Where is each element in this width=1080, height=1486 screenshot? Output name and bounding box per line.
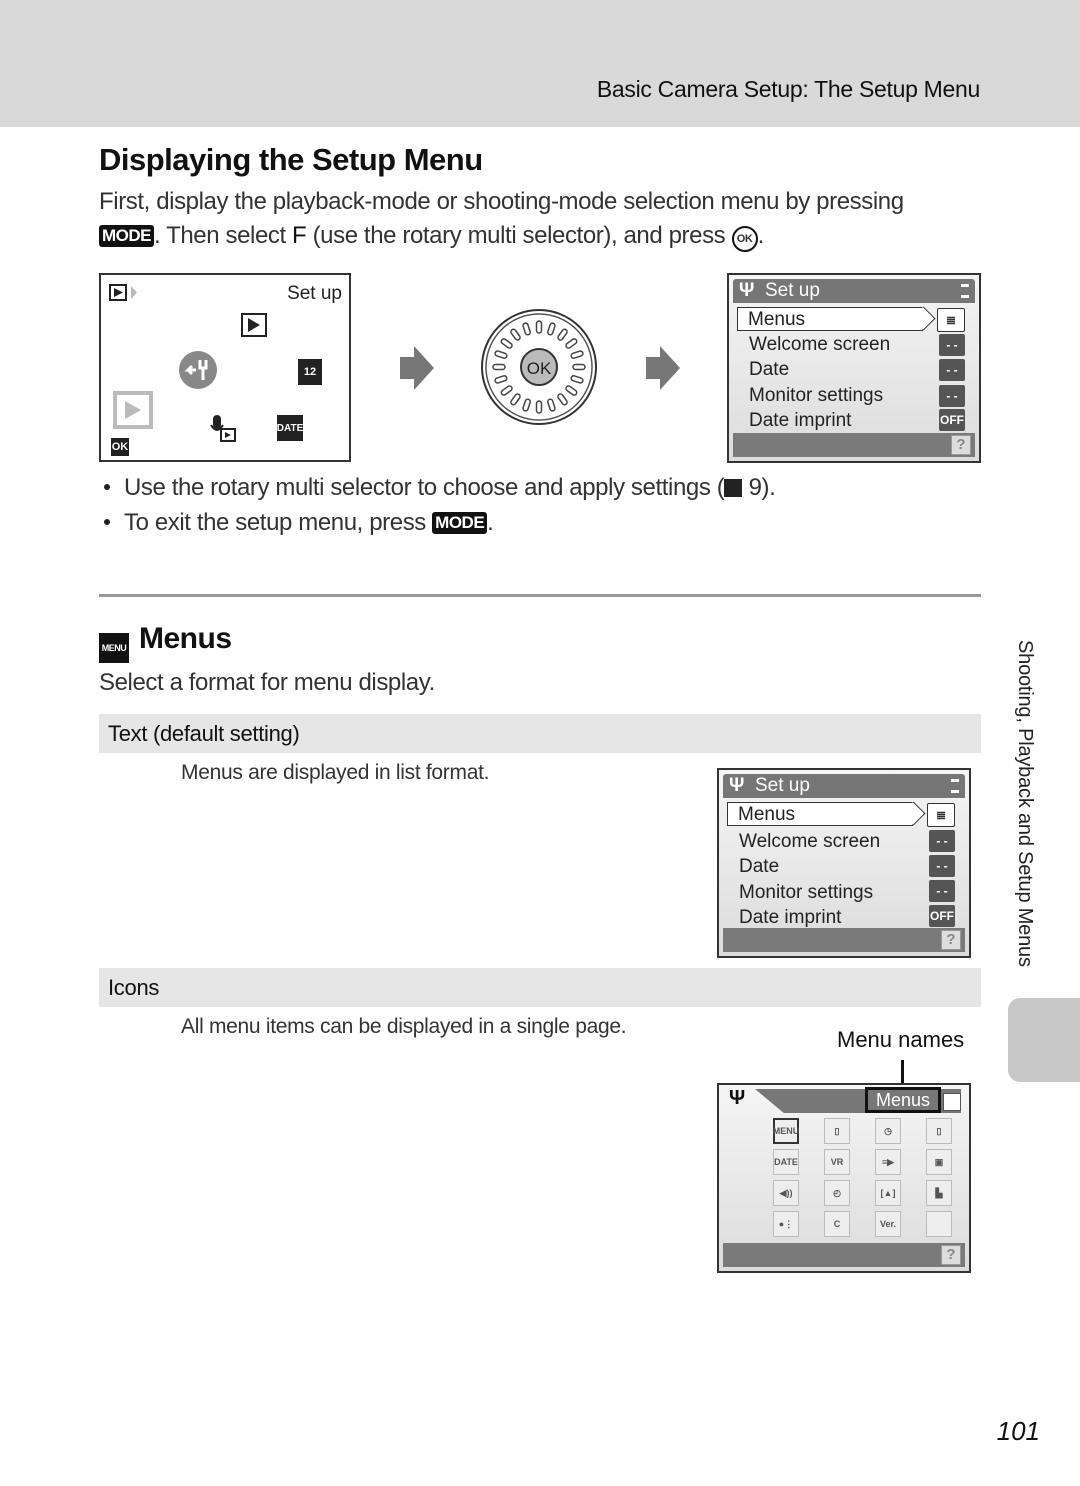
option-description-icons: All menu items can be displayed in a sin… [181,1015,627,1038]
list-format-icon: ≣ [937,308,965,332]
side-tab-label: Shooting, Playback and Setup Menus [1014,640,1036,967]
menu-icon-cell[interactable]: ◴ [824,1180,850,1206]
menu-item-monitor-settings[interactable]: Monitor settings [737,384,883,408]
menu-names-callout: Menu names [837,1027,965,1052]
setup-menu-header: Ψ Set up [723,774,965,798]
setup-glyph: F [292,222,307,249]
menu-item-date[interactable]: Date [737,358,789,382]
menus-subtitle: Select a format for menu display. [99,669,435,696]
menu-icon-cell[interactable]: MENU [773,1118,799,1144]
wrench-icon: Ψ [729,775,745,796]
off-badge: OFF [929,905,955,927]
reference-icon [724,479,743,497]
option-heading-text: Text (default setting) [99,714,981,753]
text-format-screen: Ψ Set up Menus ≣ Welcome screen - - Date… [717,768,971,958]
value-badge: - - [929,855,955,877]
value-badge: - - [929,830,955,852]
chapter-tab[interactable] [1008,998,1080,1082]
arrow-right-icon [400,346,434,390]
dial-tick [535,320,543,334]
menu-item-welcome-screen[interactable]: Welcome screen [727,830,880,854]
bullet-item: To exit the setup menu, press MODE. [104,509,494,537]
menu-name-label: Menus [865,1087,941,1113]
value-badge: - - [939,359,965,381]
setup-menu-header: Ψ Set up [733,279,975,303]
playback-large-icon [113,391,153,434]
menu-icon-cell[interactable]: ▣ [926,1149,952,1175]
help-icon[interactable]: ? [941,1245,961,1265]
dial-tick [572,363,586,371]
menu-icon-cell[interactable]: ≡▶ [875,1149,901,1175]
menu-icon-cell[interactable]: C [824,1211,850,1237]
help-icon[interactable]: ? [941,930,961,950]
help-bar: ? [723,1243,965,1267]
page-header: Basic Camera Setup: The Setup Menu [0,0,1080,127]
mode-button-icon: MODE [99,225,154,247]
menu-item-date-imprint[interactable]: Date imprint [727,906,841,930]
scrollbar-icon [951,779,959,793]
menu-item-menus[interactable]: Menus [737,307,923,331]
help-icon[interactable]: ? [951,435,971,455]
menu-item-welcome-screen[interactable]: Welcome screen [737,333,890,357]
menu-icon-cell[interactable]: ▯ [926,1118,952,1144]
intro-line-1: First, display the playback-mode or shoo… [99,188,904,215]
grid-view-icon [943,1093,961,1111]
menu-icon-cell[interactable]: ◷ [875,1118,901,1144]
menu-icon-cell[interactable]: [▲] [875,1180,901,1206]
ok-badge: OK [111,438,129,456]
dial-tick [492,363,506,371]
option-heading-icons: Icons [99,968,981,1007]
menu-icon-cell[interactable]: ◀)) [773,1180,799,1206]
page-number: 101 [996,1416,1040,1446]
menu-item-menus[interactable]: Menus [727,802,913,826]
help-bar: ? [723,928,965,952]
menu-icon-cell[interactable]: VR [824,1149,850,1175]
help-bar: ? [733,433,975,457]
section-divider [99,594,981,597]
off-badge: OFF [939,409,965,431]
mode-button-icon: MODE [432,512,488,534]
menu-item-date-imprint[interactable]: Date imprint [737,409,851,433]
setup-menu-screen: Ψ Set up Menus ≣ Welcome screen - - Date… [727,273,981,463]
menu-icon-cell[interactable]: DATE [773,1149,799,1175]
menu-item-date[interactable]: Date [727,855,779,879]
setup-wrench-icon [178,350,218,395]
wrench-icon: Ψ [729,1087,746,1109]
menu-item-monitor-settings[interactable]: Monitor settings [727,881,873,905]
arrow-right-icon-2 [646,346,680,390]
menus-section-title: MENU Menus [99,622,232,663]
value-badge: - - [939,385,965,407]
mode-selection-screen: Set up 12 DATE OK [99,273,351,462]
date-list-icon: DATE [277,415,303,441]
dial-tick [535,400,543,414]
icons-format-screen: Ψ Menus MENU ▯ ◷ ▯ DATE VR ≡▶ ▣ ◀)) ◴ [▲] ▙ ●⋮ C Ver. … [717,1083,971,1273]
value-badge: - - [929,880,955,902]
wrench-icon: Ψ [739,280,755,301]
list-format-icon: ≣ [927,803,955,827]
dial-ok-label: OK [527,359,552,378]
calendar-icon: 12 [298,359,322,385]
menu-icon-cell[interactable]: Ver. [875,1211,901,1237]
menu-icon-cell[interactable]: ●⋮ [773,1211,799,1237]
playback-mode-icon [241,313,267,342]
option-description-text: Menus are displayed in list format. [181,761,490,784]
menu-icon-cell[interactable] [926,1211,952,1237]
playback-indicator-icon [109,283,145,308]
scrollbar-icon [961,284,969,298]
menu-icon: MENU [99,633,129,663]
menu-icon-cell[interactable]: ▯ [824,1118,850,1144]
section-title: Displaying the Setup Menu [99,142,483,177]
intro-line-2: MODE. Then select F (use the rotary mult… [99,222,764,252]
value-badge: - - [939,334,965,356]
menu-icon-cell[interactable]: ▙ [926,1180,952,1206]
rotary-multi-selector: OK [481,309,597,425]
mode-label: Set up [287,283,342,304]
ok-button-icon: OK [731,226,758,252]
bullet-item: Use the rotary multi selector to choose … [104,474,776,502]
chapter-title: Basic Camera Setup: The Setup Menu [596,76,980,102]
voice-memo-playback-icon [209,415,237,448]
